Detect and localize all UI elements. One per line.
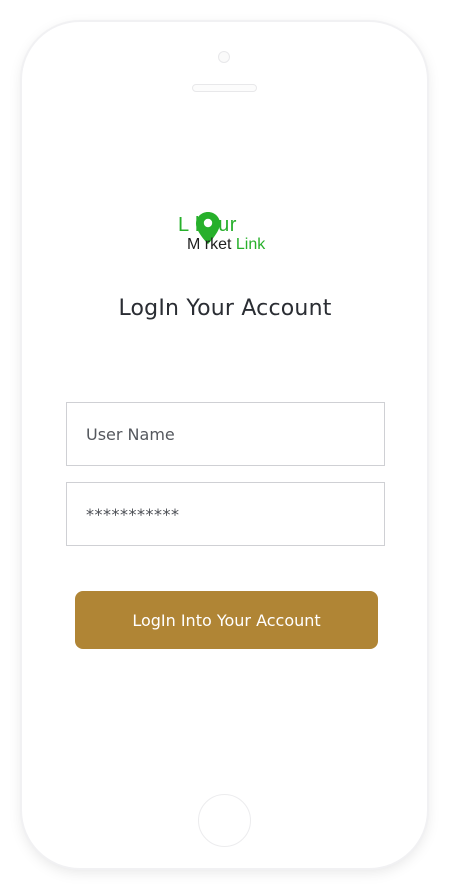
username-input[interactable] [66,402,385,466]
page-title: LogIn Your Account [118,296,332,321]
front-camera [218,51,230,63]
home-button[interactable] [198,794,251,847]
login-button[interactable]: LogIn Into Your Account [75,591,378,649]
logo-text-line2: M rket Link [187,236,265,254]
earpiece-speaker [192,84,257,92]
logo-link-text: Link [235,236,266,253]
password-input[interactable] [66,482,385,546]
logo-market-text: M rket [187,236,232,253]
labour-market-link-logo: L bour M rket Link [178,210,288,260]
